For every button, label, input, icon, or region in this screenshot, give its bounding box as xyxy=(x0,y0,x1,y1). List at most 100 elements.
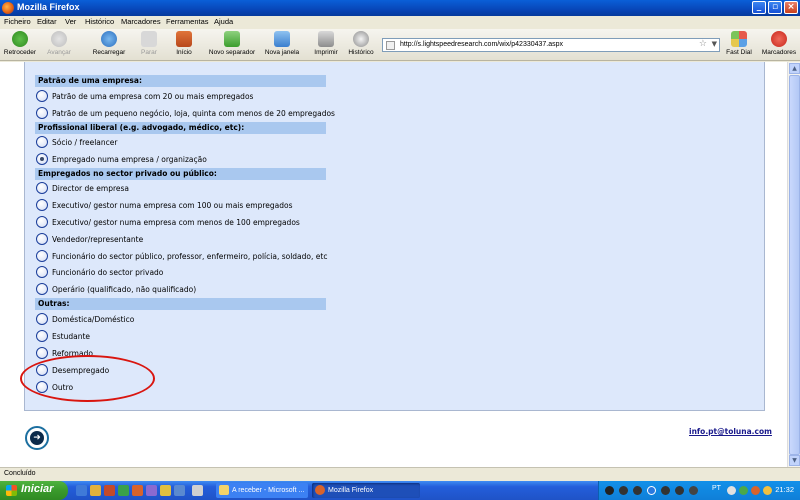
radio-button[interactable] xyxy=(36,107,48,119)
radio-button[interactable] xyxy=(36,266,48,278)
prev-media-icon[interactable] xyxy=(633,486,642,495)
group-header-employees: Empregados no sector privado ou público: xyxy=(35,168,326,180)
radio-button[interactable] xyxy=(36,90,48,102)
next-button[interactable]: ➜ xyxy=(25,426,49,450)
navigation-toolbar: Retroceder Avançar Recarregar Parar Iníc… xyxy=(0,29,800,61)
close-button[interactable]: × xyxy=(784,1,798,14)
radio-button[interactable] xyxy=(36,216,48,228)
radio-button[interactable] xyxy=(36,136,48,148)
menu-bar: Ficheiro Editar Ver Histórico Marcadores… xyxy=(0,16,800,29)
contact-email-link[interactable]: info.pt@toluna.com xyxy=(689,427,772,436)
quicklaunch-media-icon[interactable] xyxy=(104,485,115,496)
tray-security-icon[interactable] xyxy=(739,486,748,495)
forward-arrow-icon xyxy=(51,31,67,47)
url-text[interactable]: http://s.lightspeedresearch.com/wix/p423… xyxy=(400,41,563,48)
back-arrow-icon xyxy=(12,31,28,47)
new-window-button[interactable]: Nova janela xyxy=(263,31,301,56)
fast-dial-icon xyxy=(731,31,747,47)
radio-button[interactable] xyxy=(36,283,48,295)
quicklaunch-app4-icon[interactable] xyxy=(174,485,185,496)
bookmarks-button[interactable]: Marcadores xyxy=(760,31,798,56)
media-player-icon[interactable] xyxy=(605,486,614,495)
radio-button[interactable] xyxy=(36,233,48,245)
menu-marcadores[interactable]: Marcadores xyxy=(121,17,161,26)
tray-volume-icon[interactable] xyxy=(763,486,772,495)
radio-button[interactable] xyxy=(36,182,48,194)
firefox-icon xyxy=(2,2,14,14)
window-titlebar[interactable]: Mozilla Firefox _ ▫ × xyxy=(0,0,800,16)
menu-ficheiro[interactable]: Ficheiro xyxy=(4,17,31,26)
vertical-scrollbar[interactable]: ▲ ▼ xyxy=(787,62,800,467)
quicklaunch-app3-icon[interactable] xyxy=(160,485,171,496)
system-clock: 21:32 xyxy=(775,485,794,494)
url-dropdown-icon[interactable]: ▼ xyxy=(712,40,717,48)
windows-taskbar: Iniciar A receber - Microsoft ... Mozill… xyxy=(0,481,800,500)
radio-button[interactable] xyxy=(36,347,48,359)
start-button[interactable]: Iniciar xyxy=(0,481,68,500)
scroll-down-icon[interactable]: ▼ xyxy=(789,455,800,466)
menu-ajuda[interactable]: Ajuda xyxy=(214,17,233,26)
status-text: Concluído xyxy=(4,470,36,477)
home-button[interactable]: Início xyxy=(172,31,196,56)
group-header-employer: Patrão de uma empresa: xyxy=(35,75,326,87)
page-favicon xyxy=(386,41,395,50)
quicklaunch-ie-icon[interactable] xyxy=(76,485,87,496)
quicklaunch-app2-icon[interactable] xyxy=(146,485,157,496)
radio-button[interactable] xyxy=(36,250,48,262)
volume-media-icon[interactable] xyxy=(675,486,684,495)
new-tab-icon xyxy=(224,31,240,47)
tray-app-icon[interactable] xyxy=(727,486,736,495)
quicklaunch-app5-icon[interactable] xyxy=(192,485,203,496)
stop-media-icon[interactable] xyxy=(619,486,628,495)
radio-button[interactable] xyxy=(36,199,48,211)
red-circle-annotation xyxy=(20,355,155,402)
clock-icon xyxy=(353,31,369,47)
taskbar-outlook-task[interactable]: A receber - Microsoft ... xyxy=(216,483,308,498)
scroll-thumb[interactable] xyxy=(789,75,800,455)
quicklaunch-firefox-icon[interactable] xyxy=(132,485,143,496)
taskbar-firefox-task[interactable]: Mozilla Firefox xyxy=(312,483,420,498)
minimize-button[interactable]: _ xyxy=(752,1,766,14)
radio-button[interactable] xyxy=(36,330,48,342)
play-media-icon[interactable] xyxy=(647,486,656,495)
quicklaunch-folder-icon[interactable] xyxy=(90,485,101,496)
window-title: Mozilla Firefox xyxy=(17,2,80,12)
stop-icon xyxy=(141,31,157,47)
stop-button[interactable]: Parar xyxy=(138,31,160,56)
new-window-icon xyxy=(274,31,290,47)
bookmarks-star-icon xyxy=(771,31,787,47)
radio-button[interactable] xyxy=(36,313,48,325)
new-tab-button[interactable]: Novo separador xyxy=(206,31,258,56)
system-tray: PT 21:32 xyxy=(598,481,800,500)
firefox-task-icon xyxy=(315,485,325,495)
next-media-icon[interactable] xyxy=(661,486,670,495)
survey-panel: Patrão de uma empresa: Patrão de uma emp… xyxy=(24,62,765,411)
group-header-others: Outras: xyxy=(35,298,326,310)
group-header-liberal: Profissional liberal (e.g. advogado, méd… xyxy=(35,122,326,134)
reload-button[interactable]: Recarregar xyxy=(90,31,128,56)
outlook-icon xyxy=(219,485,229,495)
back-button[interactable]: Retroceder xyxy=(2,31,38,56)
menu-ferramentas[interactable]: Ferramentas xyxy=(166,17,209,26)
printer-icon xyxy=(318,31,334,47)
windows-logo-icon xyxy=(6,485,17,496)
media-options-icon[interactable] xyxy=(689,486,698,495)
history-button[interactable]: Histórico xyxy=(346,31,376,56)
home-icon xyxy=(176,31,192,47)
language-indicator[interactable]: PT xyxy=(712,485,721,492)
forward-button[interactable]: Avançar xyxy=(42,31,76,56)
menu-ver[interactable]: Ver xyxy=(65,17,76,26)
menu-editar[interactable]: Editar xyxy=(37,17,57,26)
maximize-button[interactable]: ▫ xyxy=(768,1,782,14)
scroll-up-icon[interactable]: ▲ xyxy=(789,63,800,74)
menu-historico[interactable]: Histórico xyxy=(85,17,114,26)
bookmark-star-icon[interactable]: ☆ xyxy=(699,39,707,49)
fast-dial-button[interactable]: Fast Dial xyxy=(724,31,754,56)
page-content: Patrão de uma empresa: Patrão de uma emp… xyxy=(0,62,787,467)
radio-button-selected[interactable] xyxy=(36,153,48,165)
url-bar[interactable]: http://s.lightspeedresearch.com/wix/p423… xyxy=(382,38,720,52)
tray-network-icon[interactable] xyxy=(751,486,760,495)
reload-icon xyxy=(101,31,117,47)
quicklaunch-app-icon[interactable] xyxy=(118,485,129,496)
print-button[interactable]: Imprimir xyxy=(312,31,340,56)
